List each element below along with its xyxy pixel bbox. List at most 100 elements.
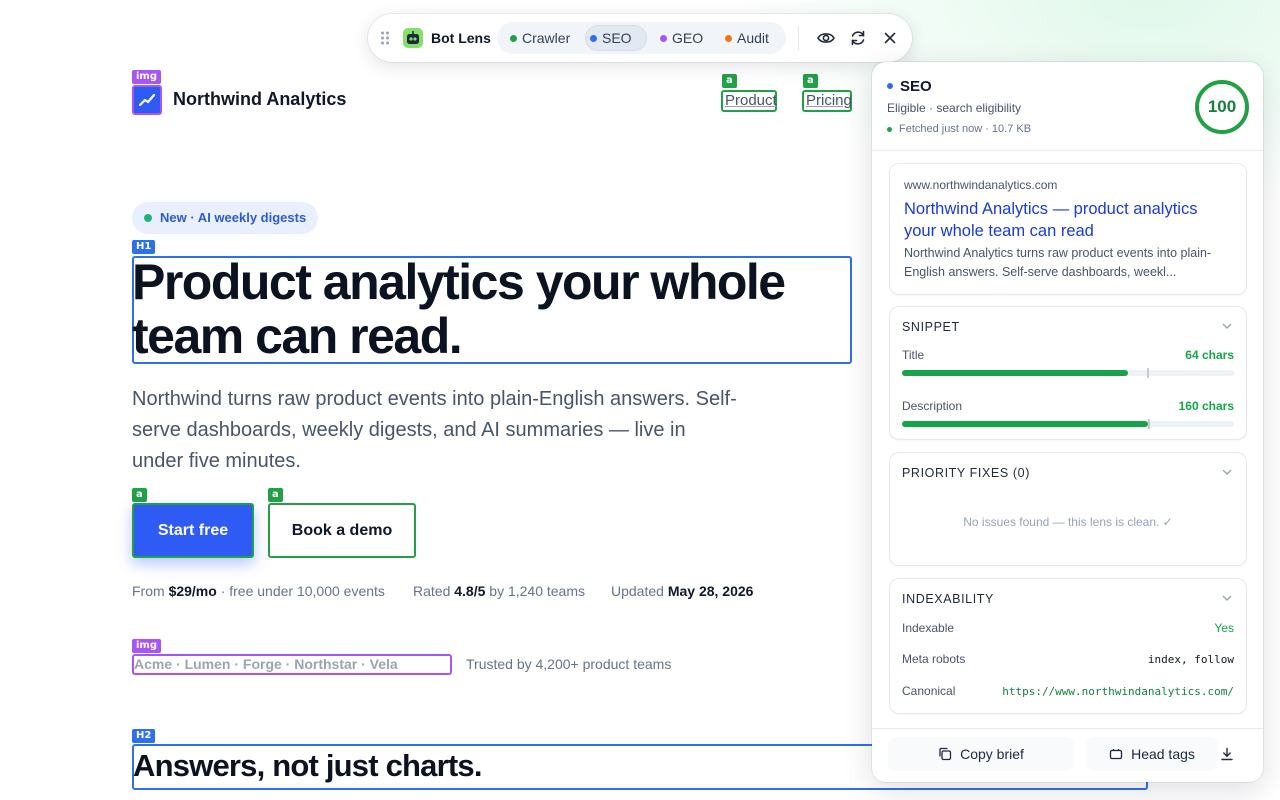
title-length-bar [902,368,1234,378]
canonical-value[interactable]: https://www.northwindanalytics.com/ [1002,685,1234,698]
serp-description: Northwind Analytics turns raw product ev… [904,246,1212,279]
img-annotation-tag: img [132,70,162,84]
tab-label: GEO [672,30,704,46]
fetch-status: Fetched just now · 10.7 KB [899,123,1032,135]
book-demo-button[interactable]: Book a demo [268,503,416,558]
pricing-meta: From $29/mo · free under 10,000 events [132,583,385,599]
refresh-icon[interactable] [848,28,868,48]
description-limit-marker [1148,419,1150,429]
start-free-button[interactable]: Start free [132,503,254,558]
h1-annotation-tag: H1 [132,240,156,254]
chevron-down-icon[interactable] [1222,322,1232,330]
indexability-heading[interactable]: INDEXABILITY [902,592,994,606]
seo-dot [887,83,893,89]
trusted-by-text: Trusted by 4,200+ product teams [466,656,672,672]
status-dot [144,214,152,222]
indexable-label: Indexable [902,621,955,635]
tab-label: SEO [602,30,632,46]
crawler-dot [510,35,517,42]
panel-footer: Copy brief Head tags [872,728,1263,782]
announcement-pill[interactable]: New · AI weekly digests [132,202,319,234]
title-length-label: Title [902,348,925,362]
indexability-section: INDEXABILITY Indexable Yes Meta robots i… [889,578,1247,714]
head-tags-button[interactable]: Head tags [1086,737,1218,771]
trend-line-icon [138,93,156,107]
tab-crawler[interactable]: Crawler [505,25,570,51]
serp-preview-card: www.northwindanalytics.com Northwind Ana… [889,163,1247,295]
head-tags-label: Head tags [1131,746,1195,762]
tab-geo[interactable]: GEO [655,25,703,51]
panel-subtitle: Eligible · search eligibility [887,101,1022,115]
no-issues-message: No issues found — this lens is clean. ✓ [963,515,1173,529]
updated-value: May 28, 2026 [667,583,754,599]
seo-dot [590,35,597,42]
tab-seo[interactable]: SEO [585,25,647,51]
title-length-value: 64 chars [1185,348,1234,362]
price-value: $29/mo [168,583,217,599]
rating-value: 4.8/5 [454,583,486,599]
chevron-down-icon[interactable] [1222,468,1232,476]
chevron-down-icon[interactable] [1222,594,1232,602]
toolbar-divider [798,26,799,50]
description-length-bar [902,419,1234,429]
nav-link-product[interactable]: Product [721,90,777,112]
updated-prefix: Updated [611,583,664,599]
snippet-section: SNIPPET Title 64 chars Description 160 c… [889,306,1247,440]
img-annotation-tag: img [132,639,162,653]
audit-dot [725,35,732,42]
snippet-heading[interactable]: SNIPPET [902,320,960,334]
h2-annotation-tag: H2 [132,729,156,743]
indexable-value: Yes [1214,621,1234,635]
serp-title[interactable]: Northwind Analytics — product analytics … [904,198,1234,242]
description-length-fill [902,421,1148,427]
copy-icon [939,747,952,761]
section-heading: Answers, not just charts. [133,748,482,783]
download-icon [1221,747,1233,761]
title-length-fill [902,370,1128,376]
customer-logos-image: Acme · Lumen · Forge · Northstar · Vela [132,654,452,675]
seo-panel: SEO Eligible · search eligibility Fetche… [872,62,1263,782]
tab-audit[interactable]: Audit [720,25,769,51]
title-limit-marker [1147,368,1149,378]
panel-divider [872,150,1263,151]
link-annotation-tag: a [268,488,283,502]
seo-score-ring: 100 [1195,80,1249,134]
link-annotation-tag: a [803,74,818,88]
copy-brief-label: Copy brief [960,746,1024,762]
code-tag-icon [1109,749,1123,760]
fetch-status-dot [887,127,892,132]
announcement-text: New · AI weekly digests [160,210,307,225]
tab-label: Audit [737,30,769,46]
brand-name[interactable]: Northwind Analytics [173,89,346,110]
priority-fixes-heading[interactable]: PRIORITY FIXES (0) [902,466,1030,480]
description-length-label: Description [902,399,963,413]
price-suffix: · free under 10,000 events [220,583,385,599]
rating-suffix: by 1,240 teams [489,583,586,599]
description-length-value: 160 chars [1178,399,1234,413]
link-annotation-tag: a [722,74,737,88]
panel-title: SEO [900,78,932,95]
download-button[interactable] [1210,737,1244,771]
grip-icon[interactable] [380,30,390,46]
updated-meta: Updated May 28, 2026 [611,583,753,599]
close-icon[interactable] [880,28,900,48]
canonical-label: Canonical [902,684,956,698]
hero-headline: Product analytics your whole team can re… [132,254,786,364]
tab-label: Crawler [522,30,571,46]
lens-tabs: Crawler SEO GEO Audit [497,22,786,54]
hero-description: Northwind turns raw product events into … [132,388,737,472]
rating-meta: Rated 4.8/5 by 1,240 teams [413,583,585,599]
priority-fixes-section: PRIORITY FIXES (0) No issues found — thi… [889,452,1247,566]
nav-link-pricing[interactable]: Pricing [802,90,852,112]
geo-dot [660,35,667,42]
eye-icon[interactable] [816,28,836,48]
toolbar-app-name: Bot Lens [431,30,491,46]
meta-robots-label: Meta robots [902,652,966,666]
rating-prefix: Rated [413,583,451,599]
link-annotation-tag: a [132,488,147,502]
bot-lens-toolbar: Bot Lens Crawler SEO GEO Audit [368,14,912,62]
robot-icon [403,28,423,48]
brand-logo[interactable] [132,85,162,115]
copy-brief-button[interactable]: Copy brief [888,737,1074,771]
price-prefix: From [132,583,165,599]
